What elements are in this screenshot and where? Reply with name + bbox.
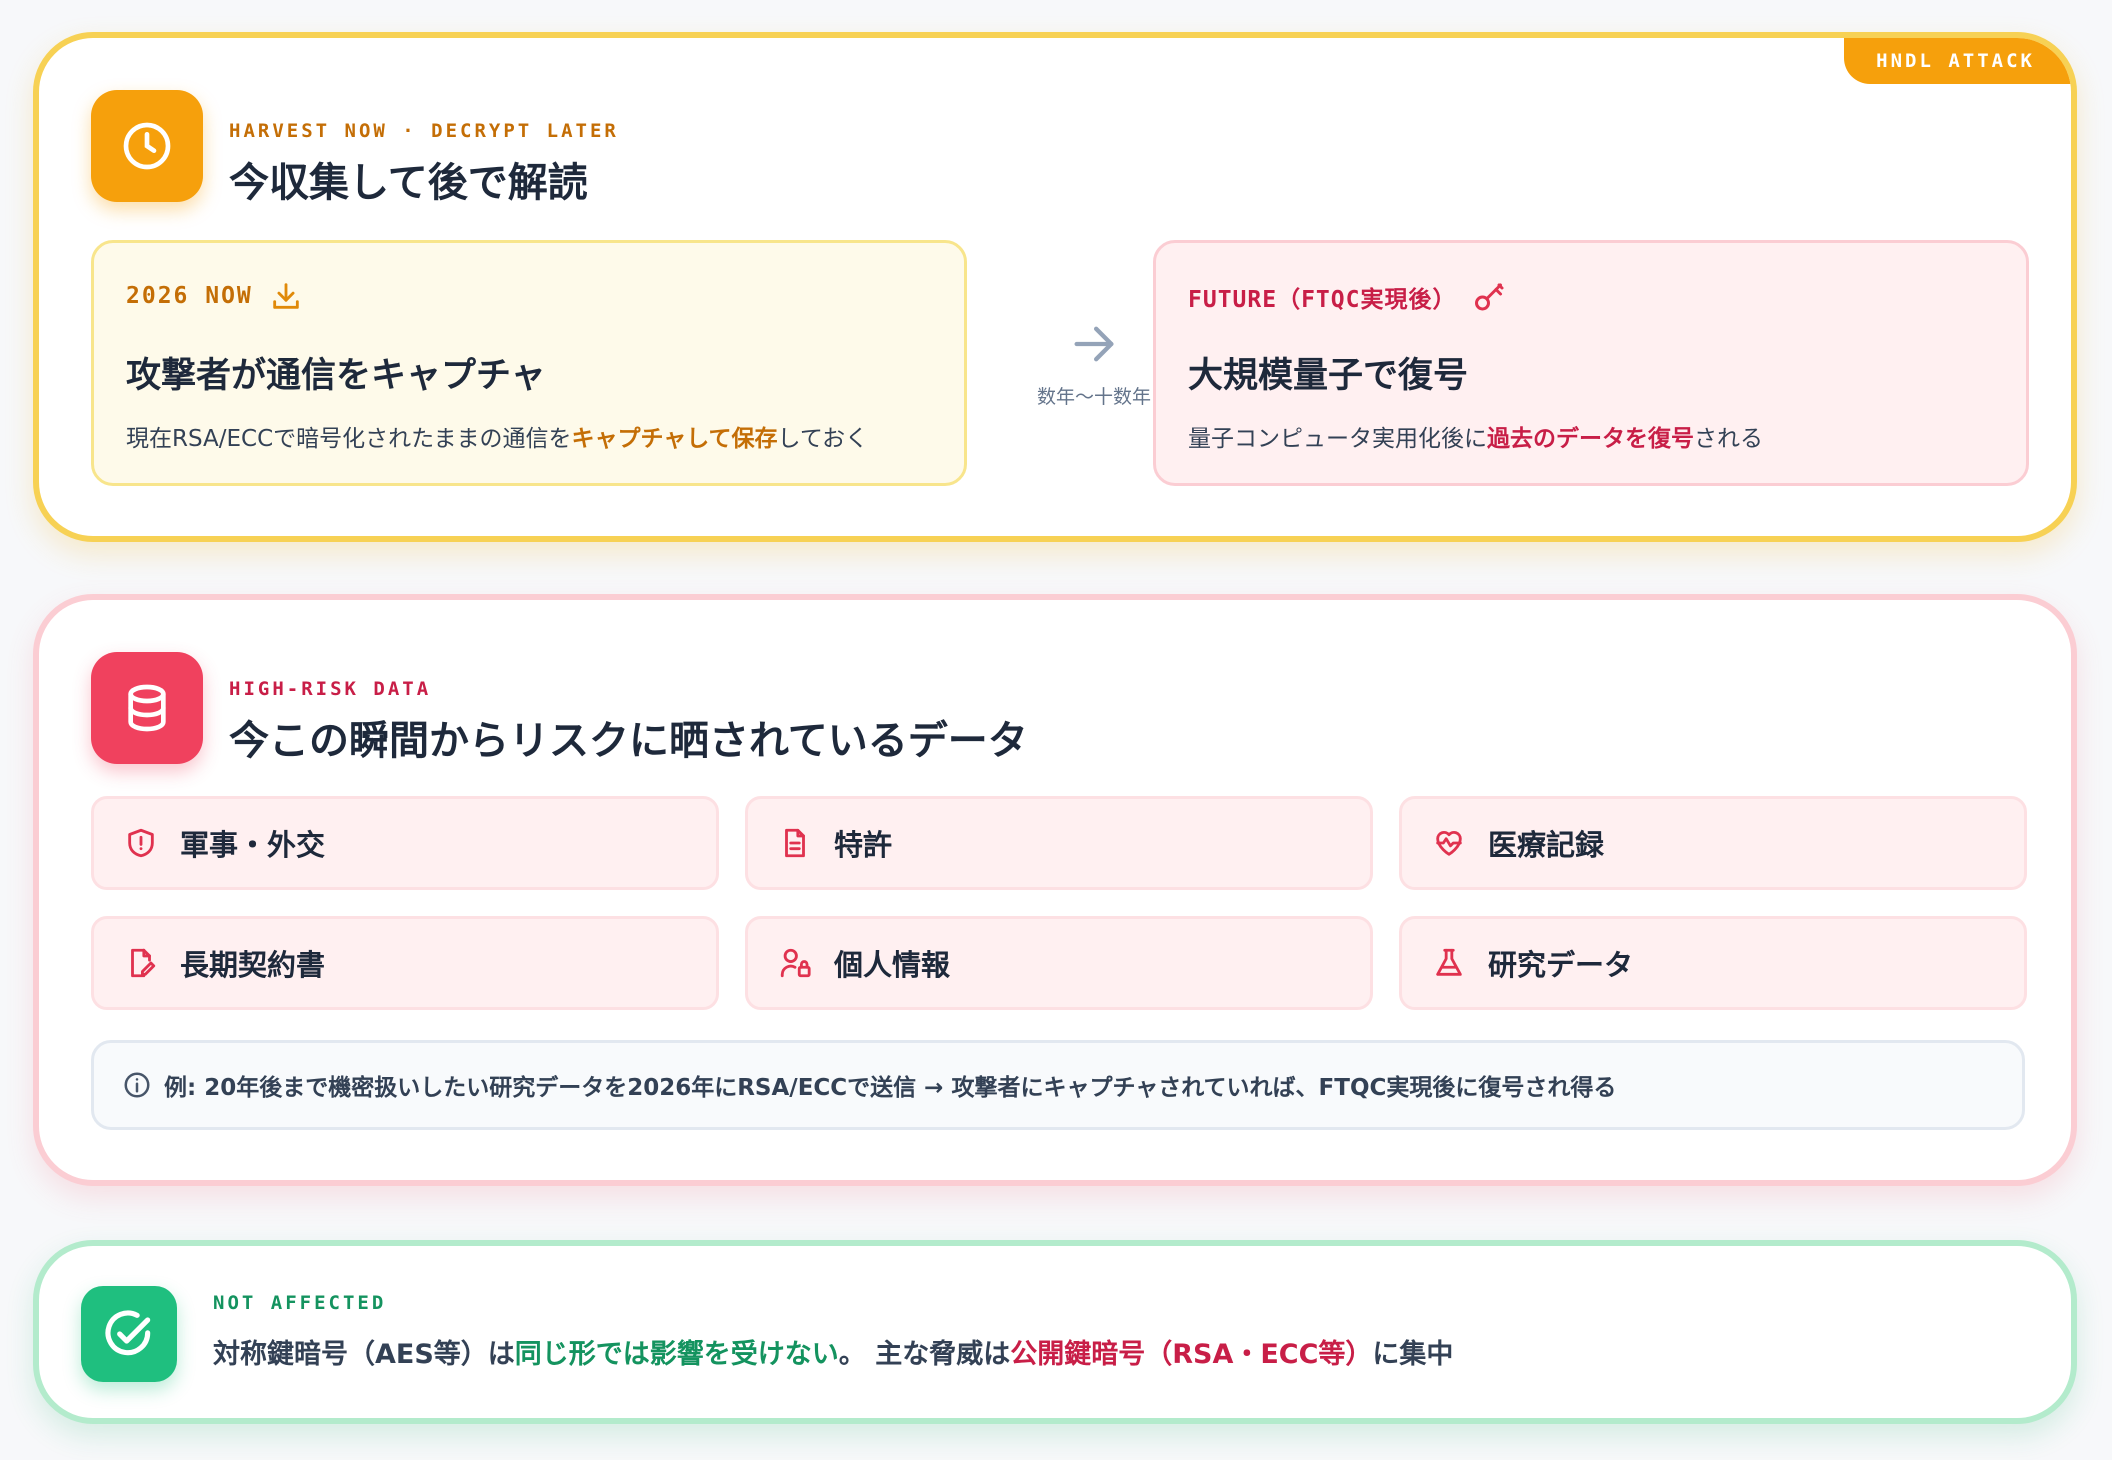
database-icon	[91, 652, 203, 764]
safe-text-highlight: 同じ形では影響を受けない	[514, 1339, 839, 1370]
risk-item-medical: 医療記録	[1399, 796, 2027, 890]
risk-title: 今この瞬間からリスクに晒されているデータ	[229, 718, 1028, 764]
safe-text-threat: 公開鍵暗号（RSA・ECC等）	[1010, 1339, 1373, 1370]
safe-text: 対称鍵暗号（AES等）は同じ形では影響を受けない。 主な脅威は公開鍵暗号（RSA…	[213, 1332, 1453, 1371]
example-note: 例: 20年後まで機密扱いしたい研究データを2026年にRSA/ECCで送信 →…	[91, 1040, 2025, 1130]
future-card: FUTURE（FTQC実現後） 大規模量子で復号 量子コンピュータ実用化後に過去…	[1153, 240, 2029, 486]
download-icon	[273, 283, 299, 309]
risk-item-label: 特許	[834, 828, 893, 862]
risk-panel: HIGH-RISK DATA 今この瞬間からリスクに晒されているデータ 軍事・外…	[33, 594, 2077, 1186]
safe-text-suffix: に集中	[1372, 1339, 1454, 1370]
future-desc-text: 量子コンピュータ実用化後に	[1188, 426, 1487, 452]
key-icon	[1475, 283, 1504, 311]
clock-icon	[91, 90, 203, 202]
safe-kicker: NOT AFFECTED	[213, 1292, 387, 1314]
now-card-desc: 現在RSA/ECCで暗号化されたままの通信をキャプチャして保存しておく	[126, 419, 868, 453]
safe-text-middle: 。 主な脅威は	[838, 1339, 1011, 1370]
risk-item-patent: 特許	[745, 796, 1373, 890]
info-icon	[124, 1072, 150, 1098]
hndl-title: 今収集して後で解読	[229, 160, 588, 206]
risk-item-research: 研究データ	[1399, 916, 2027, 1010]
risk-item-label: 個人情報	[834, 948, 951, 982]
future-desc-suffix: される	[1694, 426, 1763, 452]
risk-item-military: 軍事・外交	[91, 796, 719, 890]
risk-item-label: 医療記録	[1488, 828, 1605, 862]
now-desc-highlight: キャプチャして保存	[571, 426, 778, 452]
heart-pulse-icon	[1436, 831, 1462, 856]
risk-kicker: HIGH-RISK DATA	[229, 678, 432, 700]
now-label: 2026 NOW	[126, 283, 253, 309]
safe-text-prefix: 対称鍵暗号（AES等）は	[213, 1339, 515, 1370]
now-desc-suffix: しておく	[777, 426, 869, 452]
risk-item-label: 研究データ	[1488, 948, 1634, 982]
check-circle-icon	[81, 1286, 177, 1382]
risk-item-label: 軍事・外交	[180, 828, 326, 862]
future-label: FUTURE（FTQC実現後）	[1188, 287, 1457, 313]
risk-item-contract: 長期契約書	[91, 916, 719, 1010]
future-card-head: FUTURE（FTQC実現後）	[1188, 279, 1508, 315]
hndl-attack-tag: HNDL ATTACK	[1844, 38, 2071, 84]
file-signature-icon	[131, 948, 156, 978]
now-card: 2026 NOW 攻撃者が通信をキャプチャ 現在RSA/ECCで暗号化されたまま…	[91, 240, 967, 486]
now-card-head: 2026 NOW	[126, 279, 303, 313]
shield-alert-icon	[128, 828, 154, 858]
risk-item-label: 長期契約書	[180, 948, 326, 982]
now-desc-text: 現在RSA/ECCで暗号化されたままの通信を	[126, 426, 572, 452]
future-desc-highlight: 過去のデータを復号	[1487, 426, 1694, 452]
hndl-kicker: HARVEST NOW · DECRYPT LATER	[229, 120, 619, 142]
flask-icon	[1436, 948, 1462, 976]
hndl-panel: HNDL ATTACK HARVEST NOW · DECRYPT LATER …	[33, 32, 2077, 542]
future-card-title: 大規模量子で復号	[1188, 356, 1469, 396]
now-card-title: 攻撃者が通信をキャプチャ	[126, 356, 546, 396]
document-icon	[785, 828, 805, 858]
arrow-right-icon	[1074, 326, 1114, 362]
future-card-desc: 量子コンピュータ実用化後に過去のデータを復号される	[1188, 419, 1763, 453]
user-lock-icon	[780, 948, 811, 978]
not-affected-panel: NOT AFFECTED 対称鍵暗号（AES等）は同じ形では影響を受けない。 主…	[33, 1240, 2077, 1424]
risk-item-personal: 個人情報	[745, 916, 1373, 1010]
example-note-text: 例: 20年後まで機密扱いしたい研究データを2026年にRSA/ECCで送信 →…	[164, 1075, 1617, 1101]
